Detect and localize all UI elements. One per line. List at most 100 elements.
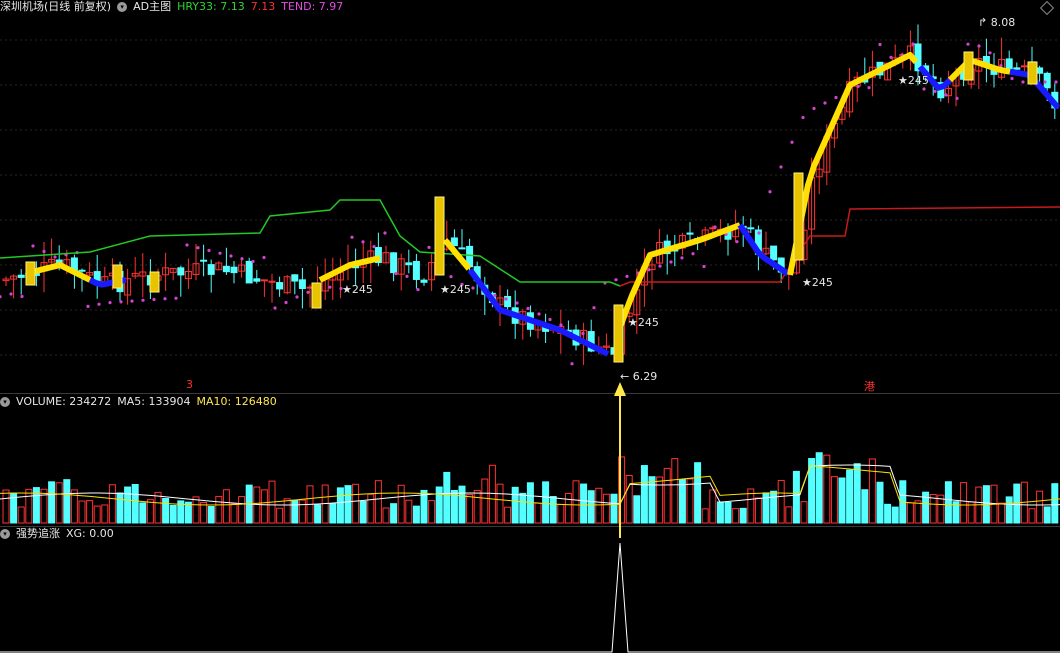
- sar-dot: [174, 296, 178, 300]
- sar-dot: [295, 295, 299, 299]
- volume-settings-icon[interactable]: ▾: [0, 397, 10, 407]
- signal-candle: [963, 51, 974, 81]
- sar-dot: [20, 294, 24, 299]
- volume-bar: [367, 493, 375, 524]
- ma10-value: MA10: 126480: [196, 395, 277, 408]
- sar-dot: [966, 42, 970, 46]
- stock-title: 深圳机场(日线 前复权): [0, 0, 112, 13]
- volume-bar: [78, 500, 86, 524]
- volume-bar: [1036, 490, 1044, 524]
- volume-bar: [504, 506, 512, 524]
- sar-dot: [867, 86, 871, 90]
- red-marker-left: 3: [186, 378, 193, 391]
- sar-dot: [108, 301, 112, 305]
- signal-chart: [0, 542, 1060, 653]
- secondary-value: 7.13: [250, 0, 276, 13]
- volume-bar: [519, 492, 527, 524]
- tend-value: TEND: 7.97: [281, 0, 344, 13]
- volume-bar: [139, 502, 147, 524]
- xg-signal-line: [0, 542, 1060, 653]
- volume-bar: [884, 503, 892, 524]
- volume-bar: [914, 500, 922, 524]
- sar-dot: [537, 312, 541, 316]
- sar-dot: [1043, 80, 1047, 84]
- volume-bar: [777, 479, 785, 524]
- candle-body: [276, 282, 284, 290]
- volume-bar: [435, 486, 443, 524]
- volume-bar: [238, 496, 246, 524]
- sar-dot: [812, 106, 816, 111]
- sar-dot: [526, 306, 530, 311]
- volume-bar: [678, 479, 686, 524]
- volume-bar: [838, 477, 846, 524]
- candle-body: [17, 274, 25, 278]
- candle-body: [291, 274, 299, 282]
- volume-bar: [63, 479, 71, 524]
- sar-dot: [757, 231, 761, 235]
- signal-candle: [1027, 61, 1038, 85]
- signal-candle: [434, 196, 445, 276]
- volume-bar: [572, 480, 580, 524]
- sar-dot: [306, 290, 310, 294]
- volume-bar: [534, 502, 542, 524]
- volume-bar: [595, 487, 603, 524]
- volume-bar: [960, 482, 968, 524]
- sar-dot: [416, 288, 420, 292]
- candle-body: [78, 269, 86, 272]
- volume-bar: [222, 489, 230, 524]
- volume-bar: [633, 495, 641, 524]
- volume-bar: [124, 486, 132, 524]
- volume-bar: [640, 465, 648, 524]
- sar-dot: [251, 259, 255, 264]
- sar-dot: [86, 304, 90, 308]
- signal-name[interactable]: 强势追涨: [16, 527, 60, 541]
- volume-bar: [891, 506, 899, 524]
- candle-body: [207, 264, 215, 275]
- sar-dot: [284, 300, 288, 305]
- volume-bar: [602, 493, 610, 524]
- volume-bar: [291, 499, 299, 524]
- volume-bar: [352, 483, 360, 524]
- sar-dot: [42, 249, 46, 254]
- volume-bar: [815, 452, 823, 524]
- volume-bar: [542, 481, 550, 524]
- indicator-settings-icon[interactable]: ▾: [117, 2, 128, 12]
- volume-bar: [405, 499, 413, 524]
- sar-dot: [196, 246, 200, 250]
- sar-dot: [680, 256, 684, 260]
- volume-bar: [162, 497, 170, 524]
- volume-bar: [86, 500, 94, 524]
- volume-bar: [443, 471, 451, 524]
- volume-bar: [511, 486, 519, 524]
- volume-bar: [846, 469, 854, 524]
- volume-bar: [739, 507, 747, 524]
- sar-dot: [834, 95, 838, 100]
- volume-bar: [557, 504, 565, 524]
- volume-bar: [298, 499, 306, 524]
- sar-dot: [515, 301, 519, 305]
- sar-dot: [372, 244, 376, 249]
- volume-panel-header: ▾ VOLUME: 234272 MA5: 133904 MA10: 12648…: [0, 395, 277, 409]
- volume-bar: [732, 508, 740, 524]
- hry33-value: HRY33: 7.13: [177, 0, 245, 13]
- volume-bar: [800, 501, 808, 524]
- candle-body: [222, 265, 230, 273]
- signal-settings-icon[interactable]: ▾: [0, 529, 10, 539]
- sar-dot: [262, 255, 266, 260]
- sar-dot: [504, 297, 508, 301]
- volume-bar: [656, 476, 664, 524]
- volume-value: VOLUME: 234272: [16, 395, 112, 408]
- sar-dot: [625, 274, 629, 278]
- volume-bar: [853, 463, 861, 524]
- sar-dot: [1021, 80, 1025, 84]
- volume-bar: [724, 501, 732, 524]
- signal-candle: [793, 172, 804, 261]
- candle-body: [458, 247, 466, 250]
- price-chart[interactable]: [0, 0, 1060, 392]
- indicator-name[interactable]: AD主图: [133, 0, 171, 14]
- sar-dot: [350, 235, 354, 239]
- volume-bar: [709, 489, 717, 524]
- sar-dot: [691, 252, 695, 256]
- sar-dot: [801, 115, 805, 120]
- volume-chart[interactable]: [0, 409, 1060, 525]
